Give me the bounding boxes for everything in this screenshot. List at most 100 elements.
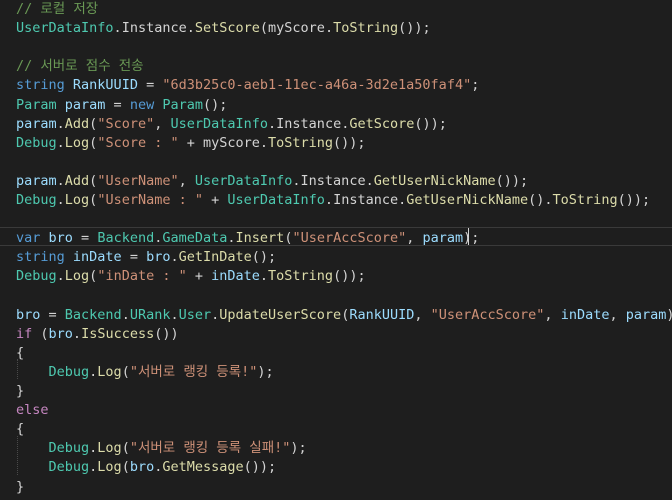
code-token-class: URank xyxy=(129,306,171,323)
code-token-default: = xyxy=(137,77,163,94)
code-line[interactable]: else xyxy=(16,401,49,420)
code-token-variable: param xyxy=(625,306,667,323)
code-token-default: . xyxy=(398,192,407,208)
code-token-default: ()); xyxy=(495,172,529,189)
code-token-default: = xyxy=(72,230,98,247)
code-line[interactable]: param.Add("UserName", UserDataInfo.Insta… xyxy=(16,172,528,191)
code-line[interactable]: param.Add("Score", UserDataInfo.Instance… xyxy=(16,115,447,134)
code-token-variable: bro xyxy=(129,459,155,476)
code-token-variable: bro xyxy=(146,249,171,266)
code-token-default: . xyxy=(56,134,65,151)
code-line[interactable]: Debug.Log("서버로 랭킹 등록 실패!"); xyxy=(16,439,307,458)
code-line[interactable]: UserDataInfo.Instance.SetScore(myScore.T… xyxy=(16,19,431,38)
code-line[interactable]: bro = Backend.URank.User.UpdateUserScore… xyxy=(16,306,672,325)
code-token-control: if xyxy=(16,325,33,342)
code-token-variable: inDate xyxy=(211,268,260,285)
code-token-variable: param xyxy=(16,172,57,189)
code-token-keyword: string xyxy=(16,77,65,94)
code-token-class: Debug xyxy=(16,134,57,151)
code-line[interactable]: } xyxy=(16,382,24,401)
code-token-default: . xyxy=(170,306,179,323)
code-token-default xyxy=(16,440,49,456)
code-token-method: GetMessage xyxy=(162,459,244,476)
code-token-default: ( xyxy=(121,459,130,476)
code-token-method: Add xyxy=(64,172,90,189)
code-token-default: ( xyxy=(32,325,49,342)
code-token-string: "UserName : " xyxy=(97,192,203,208)
code-token-default xyxy=(65,77,73,93)
code-line[interactable]: Debug.Log("서버로 랭킹 등록!"); xyxy=(16,363,274,382)
code-token-default: , xyxy=(609,306,626,323)
code-line[interactable]: } xyxy=(16,478,24,497)
code-token-class: User xyxy=(178,306,212,323)
code-token-comment: // 로컬 저장 xyxy=(16,1,99,17)
code-token-default: Instance xyxy=(121,20,187,37)
code-token-method: UpdateUserScore xyxy=(219,306,342,323)
code-token-default xyxy=(16,364,49,380)
code-token-default: { xyxy=(16,344,25,361)
code-token-method: Log xyxy=(64,192,90,208)
code-token-default: { xyxy=(16,421,25,438)
code-token-default: = xyxy=(105,96,130,113)
code-token-method: Log xyxy=(64,268,90,285)
code-token-default: . xyxy=(186,20,195,37)
code-token-string: "inDate : " xyxy=(97,268,187,285)
code-token-default: . xyxy=(259,268,269,285)
code-token-default: ()); xyxy=(243,459,277,476)
code-line[interactable]: { xyxy=(16,420,24,439)
code-token-default: Instance xyxy=(276,115,342,132)
code-token-default: ( xyxy=(259,20,269,37)
code-token-variable: RankUUID xyxy=(72,77,138,94)
code-token-default: ()) xyxy=(154,325,179,342)
code-line[interactable]: { xyxy=(16,344,24,363)
code-line[interactable]: // 로컬 저장 xyxy=(16,0,98,19)
code-token-method: ToString xyxy=(268,134,334,151)
code-token-comment: // 서버로 점수 전송 xyxy=(16,58,144,75)
code-token-class: UserDataInfo xyxy=(227,192,325,208)
code-token-default: . xyxy=(113,20,122,37)
code-token-default: . xyxy=(121,306,130,323)
code-token-default: + xyxy=(202,192,228,208)
code-token-class: Debug xyxy=(48,363,90,380)
code-token-default: ; xyxy=(471,77,480,94)
code-token-default: . xyxy=(292,172,301,189)
code-line[interactable]: Debug.Log("inDate : " + inDate.ToString(… xyxy=(16,267,366,286)
code-token-default: , xyxy=(406,230,423,247)
code-token-default: . xyxy=(56,172,65,189)
code-token-keyword: var xyxy=(16,230,41,247)
code-line[interactable]: // 서버로 점수 전송 xyxy=(16,57,144,76)
code-token-default: , xyxy=(414,306,431,323)
code-token-class: Backend xyxy=(64,306,122,323)
code-line[interactable]: string RankUUID = "6d3b25c0-aeb1-11ec-a4… xyxy=(16,76,479,95)
code-token-method: GetUserNickName xyxy=(406,192,529,208)
code-token-default: . xyxy=(227,230,236,247)
code-token-default: , xyxy=(178,172,195,189)
code-token-method: GetScore xyxy=(349,115,415,132)
code-line[interactable]: var bro = Backend.GameData.Insert("UserA… xyxy=(16,229,479,248)
code-editor[interactable]: // 로컬 저장 UserDataInfo.Instance.SetScore(m… xyxy=(0,0,672,500)
code-token-class: UserDataInfo xyxy=(16,20,114,37)
code-token-variable: bro xyxy=(48,325,73,342)
code-line[interactable]: Debug.Log(bro.GetMessage()); xyxy=(16,458,277,477)
code-token-method: Insert xyxy=(235,230,285,247)
code-token-default: ( xyxy=(121,440,130,457)
code-token-default: . xyxy=(56,268,65,285)
code-line[interactable]: if (bro.IsSuccess()) xyxy=(16,325,179,344)
code-line[interactable]: Debug.Log("Score : " + myScore.ToString(… xyxy=(16,134,366,153)
code-token-default: ); xyxy=(257,363,274,380)
code-token-method: GetInDate xyxy=(178,249,252,266)
code-token-string: "서버로 랭킹 등록!" xyxy=(129,363,258,380)
code-line[interactable]: string inDate = bro.GetInDate(); xyxy=(16,248,276,267)
code-token-default: Instance xyxy=(333,192,399,208)
code-token-method: Log xyxy=(64,134,90,151)
code-token-default: = xyxy=(121,249,147,266)
code-line[interactable]: Param param = new Param(); xyxy=(16,96,227,115)
code-token-string: "서버로 랭킹 등록 실패!" xyxy=(129,440,291,457)
code-token-default: ()); xyxy=(617,192,651,208)
code-token-class: Debug xyxy=(16,268,57,285)
code-token-default: myScore xyxy=(268,20,325,37)
code-token-variable: bro xyxy=(48,230,73,247)
code-line[interactable]: Debug.Log("UserName : " + UserDataInfo.I… xyxy=(16,191,650,210)
code-token-default: , xyxy=(154,115,171,132)
code-token-method: ToString xyxy=(552,192,618,208)
